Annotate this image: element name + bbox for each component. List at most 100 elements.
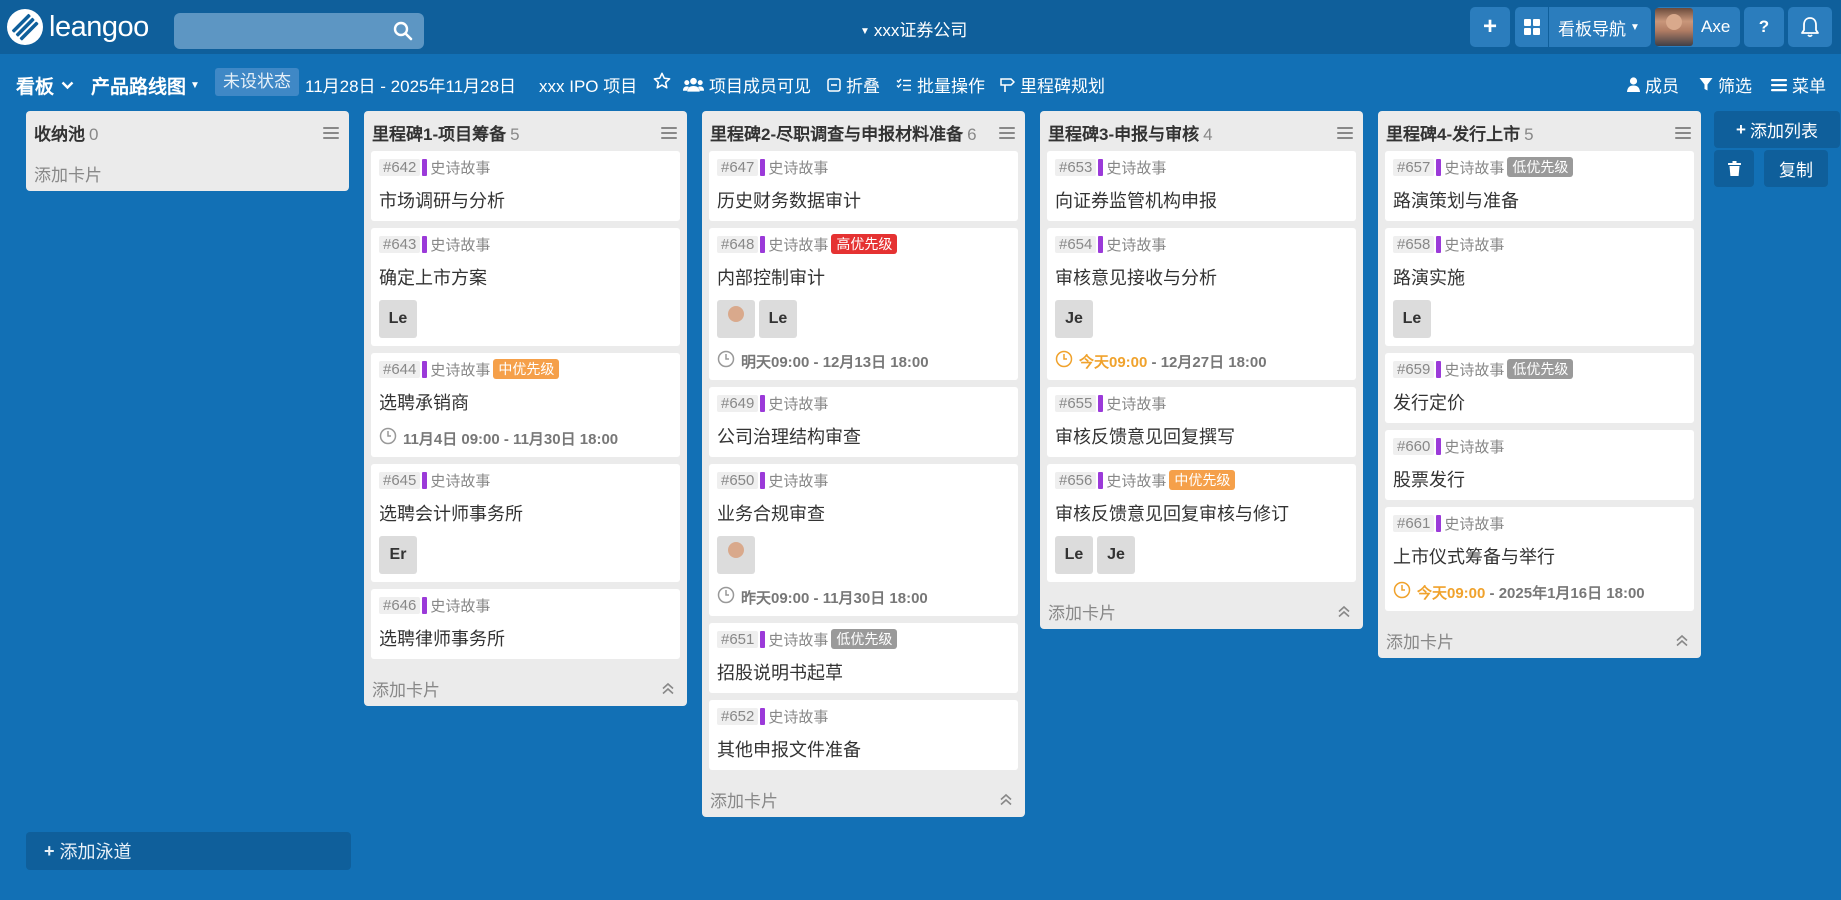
member-avatar[interactable]: Je [1097, 536, 1135, 574]
card[interactable]: #648 史诗故事 高优先级 内部控制审计 Le 明天09:00 - 12月13日 18:… [709, 228, 1018, 380]
card[interactable]: #650 史诗故事 业务合规审查 昨天09:00 - 11月30日 18:00 [709, 464, 1018, 616]
due-date[interactable]: 今天09:00 - 12月27日 18:00 [1055, 350, 1348, 372]
epic-tag[interactable]: 史诗故事 [760, 470, 828, 491]
epic-tag[interactable]: 史诗故事 [1098, 234, 1166, 255]
epic-tag[interactable]: 史诗故事 [1098, 393, 1166, 414]
card[interactable]: #642 史诗故事 市场调研与分析 [371, 151, 680, 221]
add-card-button[interactable]: 添加卡片 [1378, 618, 1701, 658]
epic-tag[interactable]: 史诗故事 [760, 629, 828, 650]
avatar[interactable] [717, 300, 755, 338]
menu-button[interactable]: 菜单 [1771, 72, 1826, 97]
member-avatar[interactable]: Le [1055, 536, 1093, 574]
card[interactable]: #652 史诗故事 其他申报文件准备 [709, 700, 1018, 770]
status-badge[interactable]: 未设状态 [215, 68, 299, 96]
card[interactable]: #657 史诗故事 低优先级 路演策划与准备 [1385, 151, 1694, 221]
add-card-button[interactable]: 添加卡片 [364, 666, 687, 706]
search-input[interactable] [174, 13, 424, 49]
add-card-button[interactable]: 添加卡片 [702, 777, 1025, 817]
member-avatar[interactable]: Er [379, 536, 417, 574]
collapse-icon[interactable] [1675, 632, 1689, 652]
card[interactable]: #655 史诗故事 审核反馈意见回复撰写 [1047, 387, 1356, 457]
card[interactable]: #644 史诗故事 中优先级 选聘承销商 11月4日 09:00 - 11月30日 18… [371, 353, 680, 457]
fold-button[interactable]: 折叠 [827, 72, 880, 97]
visibility-button[interactable]: 项目成员可见 [683, 72, 811, 97]
member-avatar[interactable]: Le [1393, 300, 1431, 338]
card[interactable]: #660 史诗故事 股票发行 [1385, 430, 1694, 500]
list-menu-icon[interactable] [999, 124, 1015, 144]
board-name[interactable]: 产品路线图 ▼ [91, 72, 200, 99]
company-switcher[interactable]: ▼ xxx证券公司 [860, 16, 967, 41]
copy-button[interactable]: 复制 [1764, 150, 1828, 187]
list-header[interactable]: 里程碑2-尽职调查与申报材料准备 6 [702, 111, 1025, 151]
collapse-icon[interactable] [1337, 603, 1351, 623]
list-header[interactable]: 里程碑3-申报与审核 4 [1040, 111, 1363, 151]
card[interactable]: #658 史诗故事 路演实施 Le [1385, 228, 1694, 346]
delete-button[interactable] [1714, 150, 1754, 187]
card[interactable]: #645 史诗故事 选聘会计师事务所 Er [371, 464, 680, 582]
add-swimlane-button[interactable]: + 添加泳道 [26, 832, 351, 870]
card[interactable]: #653 史诗故事 向证券监管机构申报 [1047, 151, 1356, 221]
epic-tag[interactable]: 史诗故事 [1436, 513, 1504, 534]
epic-tag[interactable]: 史诗故事 [760, 706, 828, 727]
card[interactable]: #659 史诗故事 低优先级 发行定价 [1385, 353, 1694, 423]
epic-tag[interactable]: 史诗故事 [1098, 157, 1166, 178]
epic-tag[interactable]: 史诗故事 [1098, 470, 1166, 491]
list-menu-icon[interactable] [323, 124, 339, 144]
members-button[interactable]: 成员 [1627, 72, 1679, 97]
collapse-icon[interactable] [661, 680, 675, 700]
card[interactable]: #651 史诗故事 低优先级 招股说明书起草 [709, 623, 1018, 693]
list-header[interactable]: 收纳池 0 [26, 111, 349, 151]
card[interactable]: #647 史诗故事 历史财务数据审计 [709, 151, 1018, 221]
card-meta: #661 史诗故事 [1393, 512, 1686, 534]
epic-tag[interactable]: 史诗故事 [760, 234, 828, 255]
add-card-button[interactable]: 添加卡片 [1040, 589, 1363, 629]
milestone-button[interactable]: 里程碑规划 [1000, 72, 1105, 97]
card[interactable]: #654 史诗故事 审核意见接收与分析 Je 今天09:00 - 12月27日 18:0… [1047, 228, 1356, 380]
search-icon[interactable] [393, 21, 413, 41]
list-header[interactable]: 里程碑4-发行上市 5 [1378, 111, 1701, 151]
epic-tag[interactable]: 史诗故事 [1436, 234, 1504, 255]
epic-tag[interactable]: 史诗故事 [422, 157, 490, 178]
card[interactable]: #661 史诗故事 上市仪式筹备与举行 今天09:00 - 2025年1月16日 18… [1385, 507, 1694, 611]
notification-button[interactable] [1788, 7, 1832, 47]
list-header[interactable]: 里程碑1-项目筹备 5 [364, 111, 687, 151]
member-avatar[interactable]: Je [1055, 300, 1093, 338]
member-avatar[interactable]: Le [379, 300, 417, 338]
create-button[interactable]: + [1470, 7, 1510, 47]
epic-tag[interactable]: 史诗故事 [422, 595, 490, 616]
user-menu[interactable]: Axe [1655, 7, 1740, 47]
collapse-icon[interactable] [999, 791, 1013, 811]
due-date[interactable]: 今天09:00 - 2025年1月16日 18:00 [1393, 581, 1686, 603]
epic-tag[interactable]: 史诗故事 [422, 234, 490, 255]
list-menu-icon[interactable] [1675, 124, 1691, 144]
star-button[interactable] [653, 72, 676, 90]
view-switcher[interactable]: 看板 [16, 72, 74, 99]
filter-button[interactable]: 筛选 [1699, 72, 1752, 97]
project-name[interactable]: xxx IPO 项目 [539, 72, 637, 97]
board-nav-button[interactable]: 看板导航 ▼ [1515, 7, 1651, 47]
list-menu-icon[interactable] [661, 124, 677, 144]
logo[interactable]: leangoo [7, 9, 149, 45]
member-avatar[interactable]: Le [759, 300, 797, 338]
batch-button[interactable]: 批量操作 [896, 72, 985, 97]
card[interactable]: #643 史诗故事 确定上市方案 Le [371, 228, 680, 346]
add-list-button[interactable]: + 添加列表 [1714, 111, 1840, 148]
avatar[interactable] [717, 536, 755, 574]
add-card-button[interactable]: 添加卡片 [26, 151, 349, 191]
due-date[interactable]: 11月4日 09:00 - 11月30日 18:00 [379, 427, 672, 449]
card[interactable]: #649 史诗故事 公司治理结构审查 [709, 387, 1018, 457]
board-date-range[interactable]: 11月28日 - 2025年11月28日 [305, 72, 516, 97]
epic-tag[interactable]: 史诗故事 [1436, 436, 1504, 457]
list-menu-icon[interactable] [1337, 124, 1353, 144]
due-date[interactable]: 明天09:00 - 12月13日 18:00 [717, 350, 1010, 372]
card[interactable]: #656 史诗故事 中优先级 审核反馈意见回复审核与修订 Le Je [1047, 464, 1356, 582]
epic-tag[interactable]: 史诗故事 [1436, 157, 1504, 178]
card[interactable]: #646 史诗故事 选聘律师事务所 [371, 589, 680, 659]
epic-tag[interactable]: 史诗故事 [1436, 359, 1504, 380]
epic-tag[interactable]: 史诗故事 [760, 393, 828, 414]
epic-tag[interactable]: 史诗故事 [422, 359, 490, 380]
due-date[interactable]: 昨天09:00 - 11月30日 18:00 [717, 586, 1010, 608]
epic-tag[interactable]: 史诗故事 [760, 157, 828, 178]
epic-tag[interactable]: 史诗故事 [422, 470, 490, 491]
help-button[interactable]: ? [1744, 7, 1784, 47]
